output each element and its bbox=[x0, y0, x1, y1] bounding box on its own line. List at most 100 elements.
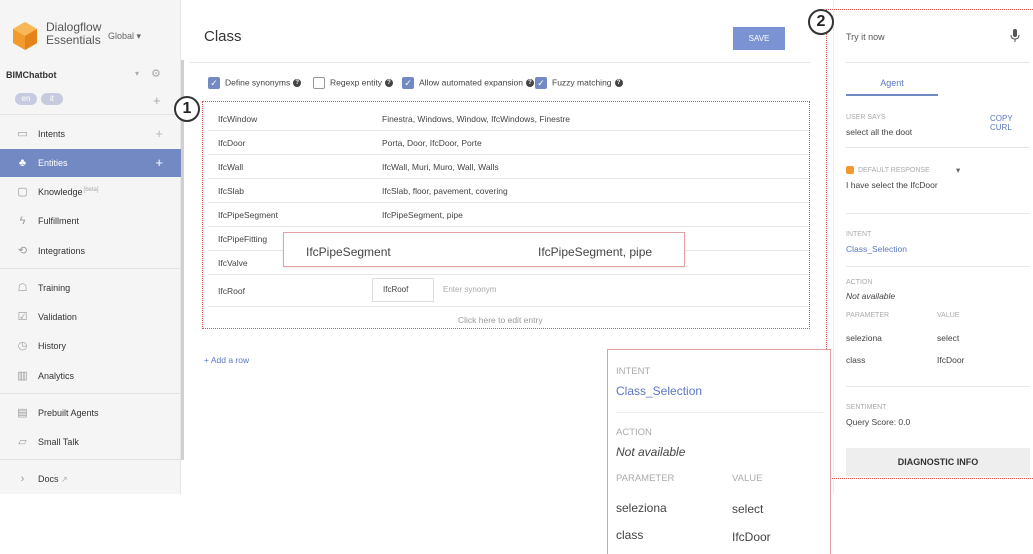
agent-name[interactable]: BIMChatbot bbox=[6, 70, 57, 80]
panel-divider bbox=[846, 266, 1030, 267]
sidebar-item-label: Entities bbox=[38, 158, 68, 168]
user-says-label: USER SAYS bbox=[846, 114, 886, 121]
sidebar-item-integrations[interactable]: ⟲ Integrations bbox=[0, 237, 181, 265]
zoomed-entry-popup: IfcPipeSegment IfcPipeSegment, pipe bbox=[283, 232, 685, 267]
zoom-value-label: VALUE bbox=[732, 473, 763, 484]
entry-value: IfcPipeSegment bbox=[218, 210, 279, 220]
checkbox-checked-icon[interactable]: ✓ bbox=[535, 77, 547, 89]
region-selector[interactable]: Global ▾ bbox=[108, 31, 141, 42]
table-row[interactable]: IfcDoor Porta, Door, IfcDoor, Porte bbox=[208, 131, 809, 155]
entry-value: IfcWindow bbox=[218, 114, 258, 124]
chevron-down-icon[interactable]: ▾ bbox=[956, 165, 960, 176]
sidebar-item-fulfillment[interactable]: ϟ Fulfillment bbox=[0, 207, 181, 235]
checkbox-checked-icon[interactable]: ✓ bbox=[402, 77, 414, 89]
checkbox-unchecked-icon[interactable] bbox=[313, 77, 325, 89]
option-label: Define synonyms bbox=[225, 77, 291, 88]
popup-entry-value: IfcPipeSegment bbox=[306, 245, 391, 259]
add-entity-icon[interactable]: + bbox=[155, 155, 163, 170]
help-icon[interactable]: ? bbox=[384, 79, 393, 87]
entry-value: IfcPipeFitting bbox=[218, 234, 268, 244]
add-intent-icon[interactable]: + bbox=[155, 126, 163, 141]
zoom-divider bbox=[616, 412, 824, 413]
panel-divider bbox=[846, 147, 1030, 148]
zoom-action-label: ACTION bbox=[616, 427, 652, 438]
header-divider bbox=[190, 62, 810, 63]
analytics-icon: ▥ bbox=[17, 370, 28, 382]
intent-link[interactable]: Class_Selection bbox=[846, 244, 907, 254]
add-language-icon[interactable]: + bbox=[153, 93, 161, 108]
default-response-text: I have select the IfcDoor bbox=[846, 180, 938, 190]
sidebar-item-training[interactable]: ☖ Training bbox=[0, 274, 181, 302]
callout-number-2: 2 bbox=[808, 9, 834, 35]
language-chip-it[interactable]: it bbox=[41, 93, 63, 105]
entry-synonyms: Porta, Door, IfcDoor, Porte bbox=[382, 138, 482, 148]
option-define-synonyms[interactable]: ✓ Define synonyms? bbox=[208, 77, 302, 90]
sidebar-divider bbox=[0, 114, 181, 115]
help-icon[interactable]: ? bbox=[525, 79, 534, 87]
prebuilt-agents-icon: ▤ bbox=[17, 407, 28, 419]
intent-label: INTENT bbox=[846, 231, 872, 238]
copy-curl-link[interactable]: COPY CURL bbox=[990, 114, 1033, 132]
table-row-new-entry[interactable]: IfcRoof bbox=[208, 275, 809, 307]
option-label: Regexp entity bbox=[330, 77, 382, 88]
table-row[interactable]: IfcSlab IfcSlab, floor, pavement, coverin… bbox=[208, 179, 809, 203]
sidebar-item-small-talk[interactable]: ▱ Small Talk bbox=[0, 428, 181, 456]
option-regexp-entity[interactable]: Regexp entity? bbox=[313, 77, 393, 90]
synonym-input[interactable]: Enter synonym bbox=[443, 285, 496, 294]
sidebar-item-docs[interactable]: › Docs ↗ bbox=[0, 465, 181, 493]
popup-entry-synonyms: IfcPipeSegment, pipe bbox=[538, 245, 653, 259]
sidebar-item-history[interactable]: ◷ History bbox=[0, 332, 181, 360]
sidebar-item-entities[interactable]: ♣ Entities + bbox=[0, 149, 181, 177]
sidebar: Dialogflow Essentials Global ▾ BIMChatbo… bbox=[0, 0, 181, 494]
language-chip-en[interactable]: en bbox=[15, 93, 37, 105]
panel-divider bbox=[846, 62, 1030, 63]
entry-value: IfcDoor bbox=[218, 138, 246, 148]
table-row[interactable]: IfcPipeSegment IfcPipeSegment, pipe bbox=[208, 203, 809, 227]
table-row[interactable]: IfcWall IfcWall, Muri, Muro, Wall, Walls bbox=[208, 155, 809, 179]
user-says-text: select all the doot bbox=[846, 127, 913, 137]
edit-entry-link[interactable]: Click here to edit entry bbox=[458, 315, 543, 325]
agent-dropdown-icon[interactable]: ▾ bbox=[135, 69, 139, 78]
zoom-param-value: IfcDoor bbox=[732, 530, 771, 544]
checkbox-checked-icon[interactable]: ✓ bbox=[208, 77, 220, 89]
sentiment-label: SENTIMENT bbox=[846, 404, 887, 411]
entry-value: IfcValve bbox=[218, 258, 248, 268]
save-button[interactable]: SAVE bbox=[733, 27, 785, 50]
chevron-right-icon: › bbox=[20, 473, 25, 485]
external-link-icon: ↗ bbox=[61, 475, 68, 484]
sidebar-item-label: Validation bbox=[38, 312, 77, 322]
action-label: ACTION bbox=[846, 279, 873, 286]
panel-divider bbox=[846, 386, 1030, 387]
diagnostic-info-button[interactable]: DIAGNOSTIC INFO bbox=[846, 448, 1030, 476]
sidebar-item-prebuilt-agents[interactable]: ▤ Prebuilt Agents bbox=[0, 399, 181, 427]
entry-value: IfcWall bbox=[218, 162, 244, 172]
zoom-param-name: seleziona bbox=[616, 501, 667, 515]
entry-synonyms: Finestra, Windows, Window, IfcWindows, F… bbox=[382, 114, 571, 124]
sidebar-item-knowledge[interactable]: ▢ Knowledge[beta] bbox=[0, 178, 181, 206]
sidebar-item-label: Training bbox=[38, 283, 71, 293]
default-response-label: DEFAULT RESPONSE bbox=[858, 167, 930, 174]
zoom-intent-link: Class_Selection bbox=[616, 384, 703, 398]
sidebar-divider bbox=[0, 268, 181, 269]
sidebar-item-label: History bbox=[38, 341, 67, 351]
sidebar-item-analytics[interactable]: ▥ Analytics bbox=[0, 362, 181, 390]
small-talk-icon: ▱ bbox=[18, 436, 27, 448]
gear-icon[interactable]: ⚙ bbox=[151, 67, 161, 80]
sidebar-item-intents[interactable]: ▭ Intents + bbox=[0, 120, 181, 148]
sidebar-item-label: Knowledge[beta] bbox=[38, 187, 99, 197]
sidebar-item-validation[interactable]: ☑ Validation bbox=[0, 303, 181, 331]
tab-agent[interactable]: Agent bbox=[846, 74, 938, 96]
add-row-link[interactable]: + Add a row bbox=[204, 355, 249, 365]
help-icon[interactable]: ? bbox=[293, 79, 302, 87]
option-automated-expansion[interactable]: ✓ Allow automated expansion? bbox=[402, 77, 534, 90]
zoomed-detail-panel: INTENT Class_Selection ACTION Not availa… bbox=[607, 349, 831, 554]
option-fuzzy-matching[interactable]: ✓ Fuzzy matching? bbox=[535, 77, 623, 90]
entry-value: IfcRoof bbox=[218, 286, 245, 296]
entry-value-chip[interactable]: IfcRoof bbox=[372, 278, 434, 302]
help-icon[interactable]: ? bbox=[614, 79, 623, 87]
entities-icon: ♣ bbox=[18, 157, 27, 169]
try-it-input[interactable]: Try it now bbox=[846, 32, 885, 42]
table-row[interactable]: IfcWindow Finestra, Windows, Window, IfcW… bbox=[208, 107, 809, 131]
zoom-param-value: select bbox=[732, 502, 764, 516]
microphone-icon[interactable] bbox=[1010, 29, 1020, 43]
